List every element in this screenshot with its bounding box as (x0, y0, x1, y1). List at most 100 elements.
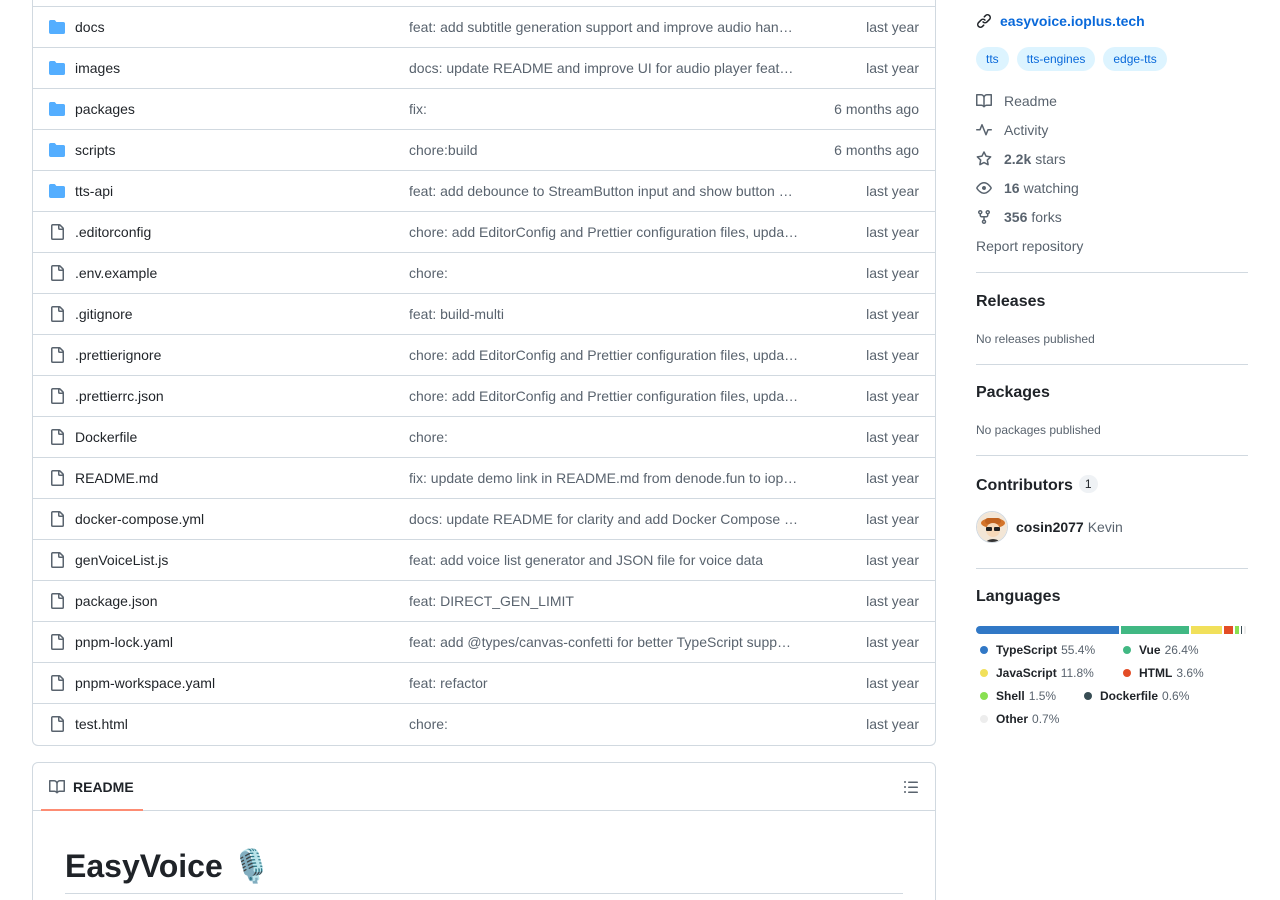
report-repository-link[interactable]: Report repository (976, 236, 1083, 256)
file-row[interactable]: test.html chore: last year (33, 703, 935, 744)
commit-message-link[interactable]: feat: add voice list generator and JSON … (409, 552, 801, 568)
language-item[interactable]: Shell 1.5% (976, 689, 1056, 703)
file-row[interactable]: package.json feat: DIRECT_GEN_LIMIT last y… (33, 580, 935, 621)
contributors-heading[interactable]: Contributors 1 (976, 475, 1098, 495)
commit-message-link[interactable]: fix: update demo link in README.md from … (409, 470, 801, 486)
commit-message-link[interactable]: chore: (409, 716, 801, 732)
commit-message-link[interactable]: chore: add EditorConfig and Prettier con… (409, 224, 801, 240)
activity-link-label: Activity (1004, 122, 1049, 138)
forks-label: forks (1031, 209, 1062, 225)
file-name-link[interactable]: .env.example (75, 265, 157, 281)
language-name: Dockerfile (1100, 689, 1159, 703)
homepage-link[interactable]: easyvoice.ioplus.tech (1000, 13, 1145, 29)
file-row[interactable]: Dockerfile chore: last year (33, 416, 935, 457)
commit-message-link[interactable]: feat: add debounce to StreamButton input… (409, 183, 801, 199)
file-row[interactable]: .gitignore feat: build-multi last year (33, 293, 935, 334)
file-name-link[interactable]: scripts (75, 142, 115, 158)
file-row[interactable]: docker-compose.yml docs: update README fo… (33, 498, 935, 539)
commit-date: last year (866, 224, 919, 240)
forks-link[interactable]: 356 forks (976, 207, 1062, 227)
file-row[interactable]: .prettierrc.json chore: add EditorConfig … (33, 375, 935, 416)
book-icon (49, 779, 65, 794)
watching-label: watching (1023, 180, 1079, 196)
file-row[interactable]: scripts chore:build 6 months ago (33, 129, 935, 170)
language-item[interactable]: HTML 3.6% (1119, 666, 1204, 680)
language-color-dot (980, 646, 988, 654)
language-item[interactable]: Other 0.7% (976, 712, 1059, 726)
topic-list: tts tts-engines edge-tts (976, 47, 1167, 71)
language-item[interactable]: Dockerfile 0.6% (1080, 689, 1189, 703)
file-name-link[interactable]: pnpm-lock.yaml (75, 634, 173, 650)
file-row[interactable]: .prettierignore chore: add EditorConfig a… (33, 334, 935, 375)
file-row[interactable]: .env.example chore: last year (33, 252, 935, 293)
file-name-link[interactable]: tts-api (75, 183, 113, 199)
topic-tag[interactable]: tts (976, 47, 1009, 71)
commit-message-link[interactable]: feat: DIRECT_GEN_LIMIT (409, 593, 801, 609)
file-name-link[interactable]: test.html (75, 716, 128, 732)
contributor-login[interactable]: cosin2077 (1016, 519, 1084, 535)
file-row[interactable]: docs feat: add subtitle generation suppor… (33, 6, 935, 47)
avatar[interactable] (976, 511, 1008, 543)
commit-message-link[interactable]: feat: refactor (409, 675, 801, 691)
readme-tab-label: README (73, 779, 134, 795)
contributor-item[interactable]: cosin2077 Kevin (976, 511, 1123, 543)
file-name-link[interactable]: pnpm-workspace.yaml (75, 675, 215, 691)
file-name-link[interactable]: .editorconfig (75, 224, 151, 240)
stars-link[interactable]: 2.2k stars (976, 149, 1066, 169)
file-name-link[interactable]: package.json (75, 593, 158, 609)
file-name-link[interactable]: images (75, 60, 120, 76)
activity-link[interactable]: Activity (976, 120, 1048, 140)
language-item[interactable]: Vue 26.4% (1119, 643, 1199, 657)
commit-date: last year (866, 388, 919, 404)
file-name-link[interactable]: docs (75, 19, 105, 35)
commit-message-link[interactable]: fix: (409, 101, 801, 117)
file-name-link[interactable]: docker-compose.yml (75, 511, 204, 527)
commit-message-link[interactable]: feat: build-multi (409, 306, 801, 322)
file-name-link[interactable]: README.md (75, 470, 158, 486)
commit-message-link[interactable]: chore: add EditorConfig and Prettier con… (409, 347, 801, 363)
file-row[interactable]: .editorconfig chore: add EditorConfig and… (33, 211, 935, 252)
commit-message-link[interactable]: chore: add EditorConfig and Prettier con… (409, 388, 801, 404)
file-row[interactable]: pnpm-workspace.yaml feat: refactor last ye… (33, 662, 935, 703)
language-percent: 1.5% (1028, 689, 1057, 703)
commit-message-link[interactable]: feat: add @types/canvas-confetti for bet… (409, 634, 801, 650)
file-name-link[interactable]: .gitignore (75, 306, 133, 322)
file-icon (51, 593, 64, 609)
file-row[interactable]: README.md fix: update demo link in README… (33, 457, 935, 498)
commit-date: last year (866, 347, 919, 363)
commit-message-link[interactable]: docs: update README and improve UI for a… (409, 60, 801, 76)
file-row[interactable]: pnpm-lock.yaml feat: add @types/canvas-co… (33, 621, 935, 662)
file-name-link[interactable]: packages (75, 101, 135, 117)
language-percent: 0.6% (1162, 689, 1190, 703)
language-item[interactable]: TypeScript 55.4% (976, 643, 1095, 657)
commit-message-link[interactable]: docs: update README for clarity and add … (409, 511, 801, 527)
watchers-link[interactable]: 16 watching (976, 178, 1079, 198)
commit-message-link[interactable]: chore:build (409, 142, 801, 158)
file-name-link[interactable]: Dockerfile (75, 429, 137, 445)
topic-tag[interactable]: tts-engines (1016, 47, 1096, 71)
file-row[interactable]: packages fix: 6 months ago (33, 88, 935, 129)
file-row[interactable]: images docs: update README and improve UI… (33, 47, 935, 88)
outline-list-icon[interactable] (903, 779, 919, 795)
commit-message-link[interactable]: chore: (409, 265, 801, 281)
commit-message-link[interactable]: feat: add subtitle generation support an… (409, 19, 801, 35)
language-item[interactable]: JavaScript 11.8% (976, 666, 1094, 680)
commit-date: 6 months ago (834, 142, 919, 158)
packages-heading[interactable]: Packages (976, 384, 1050, 402)
releases-heading[interactable]: Releases (976, 293, 1045, 311)
file-row[interactable]: tts-api feat: add debounce to StreamButto… (33, 170, 935, 211)
file-row[interactable]: genVoiceList.js feat: add voice list gene… (33, 539, 935, 580)
file-name-link[interactable]: .prettierignore (75, 347, 161, 363)
topic-tag[interactable]: edge-tts (1103, 47, 1167, 71)
file-name-link[interactable]: .prettierrc.json (75, 388, 164, 404)
file-icon (51, 306, 64, 322)
pulse-icon (976, 124, 992, 136)
readme-tab[interactable]: README (41, 763, 143, 811)
readme-header: README (33, 763, 935, 811)
file-name-link[interactable]: genVoiceList.js (75, 552, 168, 568)
commit-message-link[interactable]: chore: (409, 429, 801, 445)
readme-link[interactable]: Readme (976, 91, 1057, 111)
star-icon (976, 151, 992, 166)
fork-icon (978, 210, 990, 225)
language-name: Other (996, 712, 1029, 726)
